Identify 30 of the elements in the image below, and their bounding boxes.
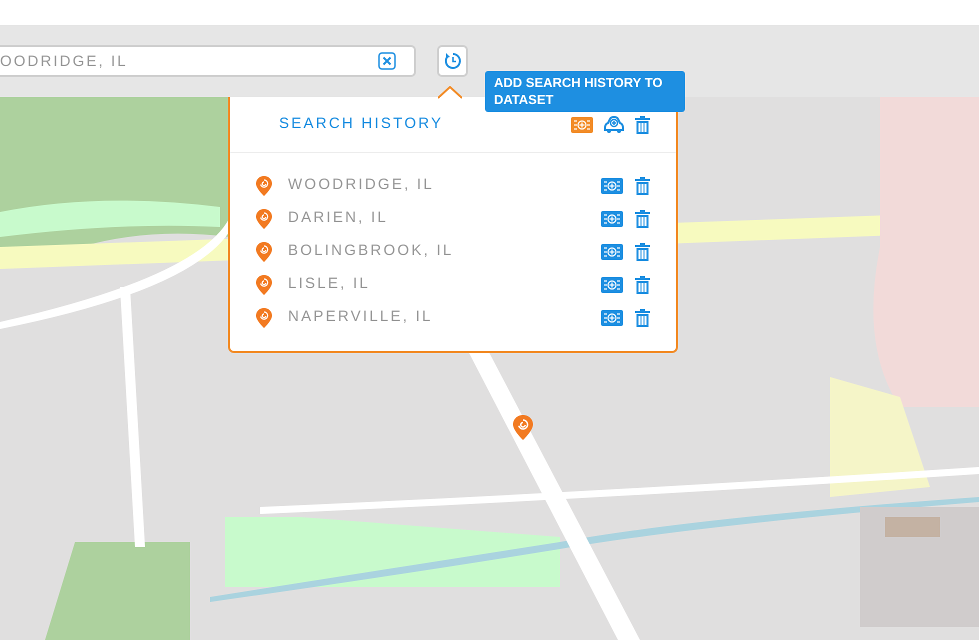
search-field[interactable]: OODRIDGE, IL [0, 45, 416, 77]
history-item[interactable]: DARIEN, IL [230, 202, 676, 235]
location-pin-icon [256, 242, 272, 262]
car-plus-icon[interactable] [603, 116, 625, 134]
history-item[interactable]: LISLE, IL [230, 268, 676, 301]
dataset-icon[interactable] [601, 178, 623, 194]
trash-icon[interactable] [635, 308, 650, 326]
dataset-icon[interactable] [601, 310, 623, 326]
popup-title: SEARCH HISTORY [279, 114, 444, 134]
trash-icon[interactable] [635, 276, 650, 294]
trash-icon[interactable] [635, 210, 650, 228]
history-icon [444, 52, 462, 70]
location-pin-icon [256, 176, 272, 196]
history-item[interactable]: NAPERVILLE, IL [230, 301, 676, 334]
location-pin-icon [256, 308, 272, 328]
dataset-icon[interactable] [601, 276, 623, 292]
dataset-icon[interactable] [601, 244, 623, 260]
history-item[interactable]: WOODRIDGE, IL [230, 169, 676, 202]
trash-icon[interactable] [635, 116, 650, 134]
history-item[interactable]: BOLINGBROOK, IL [230, 235, 676, 268]
search-history-button[interactable] [437, 45, 468, 77]
location-pin-icon [256, 274, 272, 294]
location-pin-icon [256, 208, 272, 228]
dataset-add-icon[interactable] [571, 116, 593, 132]
dataset-icon[interactable] [601, 210, 623, 226]
tooltip: ADD SEARCH HISTORY TO DATASET [485, 71, 685, 112]
trash-icon[interactable] [635, 242, 650, 260]
clear-icon[interactable] [378, 52, 396, 70]
map-pin-icon [513, 415, 533, 440]
trash-icon[interactable] [635, 176, 650, 194]
